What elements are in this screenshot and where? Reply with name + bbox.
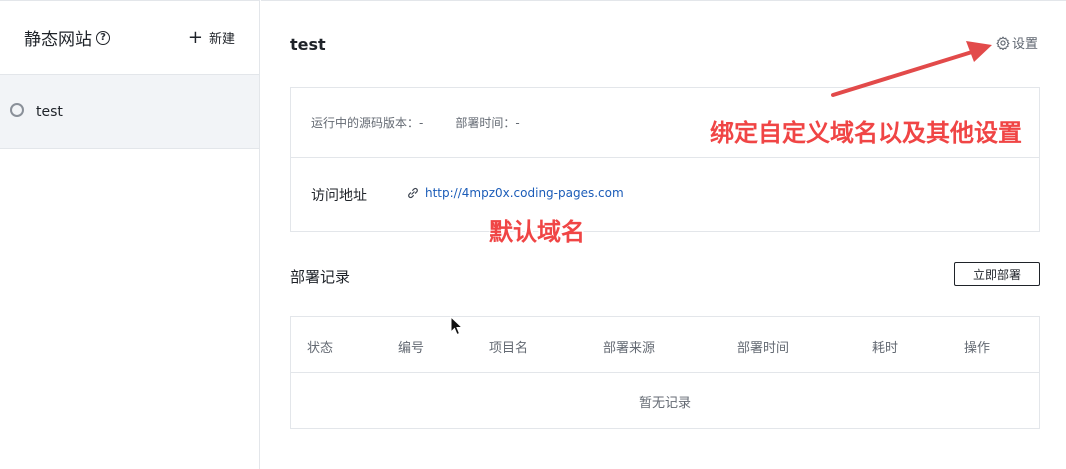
settings-annotation: 绑定自定义域名以及其他设置 (710, 119, 1022, 147)
mouse-cursor-icon (450, 316, 464, 336)
default-domain-annotation: 默认域名 (489, 218, 585, 246)
